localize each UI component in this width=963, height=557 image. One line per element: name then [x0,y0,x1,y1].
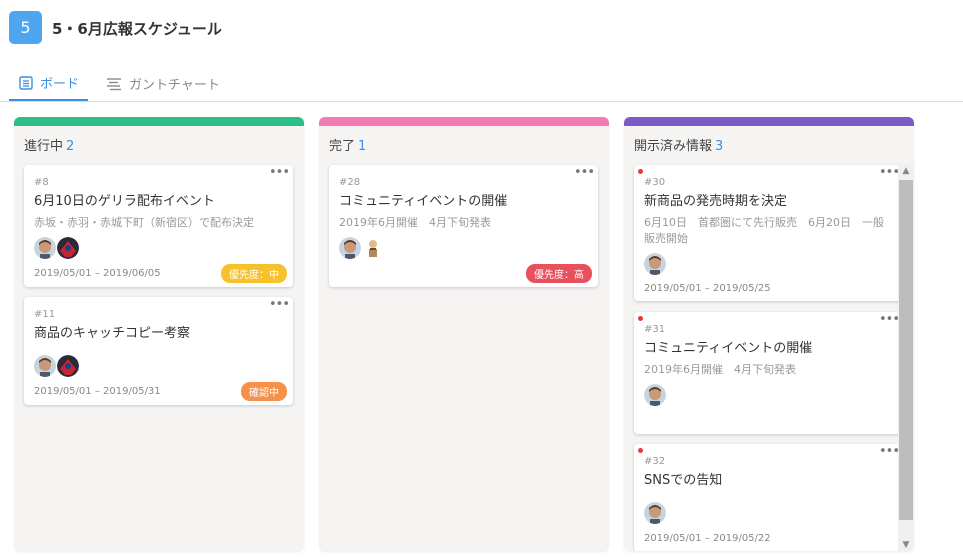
status-badge: 確認中 [241,382,287,401]
task-date-range: 2019/05/01 – 2019/06/05 [34,268,161,279]
more-options-icon[interactable]: ••• [269,298,290,311]
more-options-icon[interactable]: ••• [574,166,595,179]
avatar[interactable] [644,502,666,524]
project-title: 5・6月広報スケジュール [52,20,222,38]
gantt-icon [107,77,121,90]
task-number: #28 [339,177,361,188]
task-date-range: 2019/05/01 – 2019/05/31 [34,386,161,397]
column-color-bar [624,117,914,126]
column-color-bar [14,117,304,126]
column-body: ••• #30 新商品の発売時期を決定 6月10日 首都圏にて先行販売 6月20… [624,160,914,551]
column-name: 進行中 [24,139,64,154]
more-options-icon[interactable]: ••• [879,445,900,458]
unread-dot [638,316,643,321]
priority-badge: 優先度：中 [221,264,287,283]
unread-dot [638,448,643,453]
task-card[interactable]: ••• #30 新商品の発売時期を決定 6月10日 首都圏にて先行販売 6月20… [634,165,903,301]
view-tabs: ボード ガントチャート [0,66,963,102]
task-title: コミュニティイベントの開催 [644,341,813,356]
task-number: #30 [644,177,666,188]
avatar[interactable] [644,253,666,275]
column-done: 完了 1 ••• #28 コミュニティイベントの開催 2019年6月開催 4月下旬… [319,117,609,551]
assignee-list [34,355,80,377]
column-header: 進行中 2 [14,126,304,160]
avatar[interactable] [644,384,666,406]
task-date-range: 2019/05/01 – 2019/05/25 [644,283,771,294]
task-description: 2019年6月開催 4月下旬発表 [339,216,491,229]
column-color-bar [319,117,609,126]
project-icon[interactable]: 5 [9,11,42,44]
column-count: 2 [66,139,75,154]
column-header: 開示済み情報 3 [624,126,914,160]
more-options-icon[interactable]: ••• [879,313,900,326]
assignee-list [644,253,667,275]
avatar[interactable] [57,237,79,259]
assignee-list [644,502,667,524]
task-card[interactable]: ••• #11 商品のキャッチコピー考察 2019/05/01 – 2019/0… [24,297,293,405]
scroll-up-icon[interactable]: ▲ [898,164,914,178]
task-title: 商品のキャッチコピー考察 [34,326,191,341]
task-title: 新商品の発売時期を決定 [644,194,788,209]
task-title: SNSでの告知 [644,473,723,488]
avatar[interactable] [339,237,361,259]
task-number: #11 [34,309,56,320]
column-name: 開示済み情報 [634,139,713,154]
assignee-list [34,237,80,259]
project-header: 5 5・6月広報スケジュール [0,0,963,60]
task-card[interactable]: ••• #31 コミュニティイベントの開催 2019年6月開催 4月下旬発表 [634,312,903,434]
tab-gantt-label: ガントチャート [129,78,220,93]
tab-gantt[interactable]: ガントチャート [106,66,220,101]
task-description: 2019年6月開催 4月下旬発表 [644,363,796,376]
task-title: コミュニティイベントの開催 [339,194,508,209]
avatar[interactable] [57,355,79,377]
task-card[interactable]: ••• #28 コミュニティイベントの開催 2019年6月開催 4月下旬発表 優… [329,165,598,287]
assignee-list [644,384,667,406]
column-body: ••• #28 コミュニティイベントの開催 2019年6月開催 4月下旬発表 優… [319,160,609,551]
avatar[interactable] [34,355,56,377]
board-icon [19,75,33,90]
task-card[interactable]: ••• #8 6月10日のゲリラ配布イベント 赤坂・赤羽・赤城下町（新宿区）で配… [24,165,293,287]
unread-dot [638,169,643,174]
task-number: #31 [644,324,666,335]
column-header: 完了 1 [319,126,609,160]
column-scrollbar[interactable]: ▲ ▼ [898,164,914,551]
task-description: 6月10日 首都圏にて先行販売 6月20日 一般販売開始 [644,216,884,245]
column-in-progress: 進行中 2 ••• #8 6月10日のゲリラ配布イベント 赤坂・赤羽・赤城下町（新… [14,117,304,551]
column-count: 1 [358,139,367,154]
more-options-icon[interactable]: ••• [269,166,290,179]
task-date-range: 2019/05/01 – 2019/05/22 [644,533,771,544]
task-number: #8 [34,177,49,188]
assignee-list [339,237,385,259]
task-number: #32 [644,456,666,467]
task-title: 6月10日のゲリラ配布イベント [34,194,215,209]
column-body: ••• #8 6月10日のゲリラ配布イベント 赤坂・赤羽・赤城下町（新宿区）で配… [14,160,304,551]
tab-board[interactable]: ボード [9,66,88,101]
avatar[interactable] [362,237,384,259]
column-count: 3 [715,139,724,154]
scroll-thumb[interactable] [899,180,913,520]
column-name: 完了 [329,139,356,154]
avatar[interactable] [34,237,56,259]
task-description: 赤坂・赤羽・赤城下町（新宿区）で配布決定 [34,216,254,229]
priority-badge: 優先度：高 [526,264,592,283]
more-options-icon[interactable]: ••• [879,166,900,179]
task-card[interactable]: ••• #32 SNSでの告知 2019/05/01 – 2019/05/22 [634,444,903,551]
column-disclosed: 開示済み情報 3 ••• #30 新商品の発売時期を決定 6月10日 首都圏にて先… [624,117,914,551]
scroll-down-icon[interactable]: ▼ [898,538,914,551]
tab-board-label: ボード [40,77,80,92]
